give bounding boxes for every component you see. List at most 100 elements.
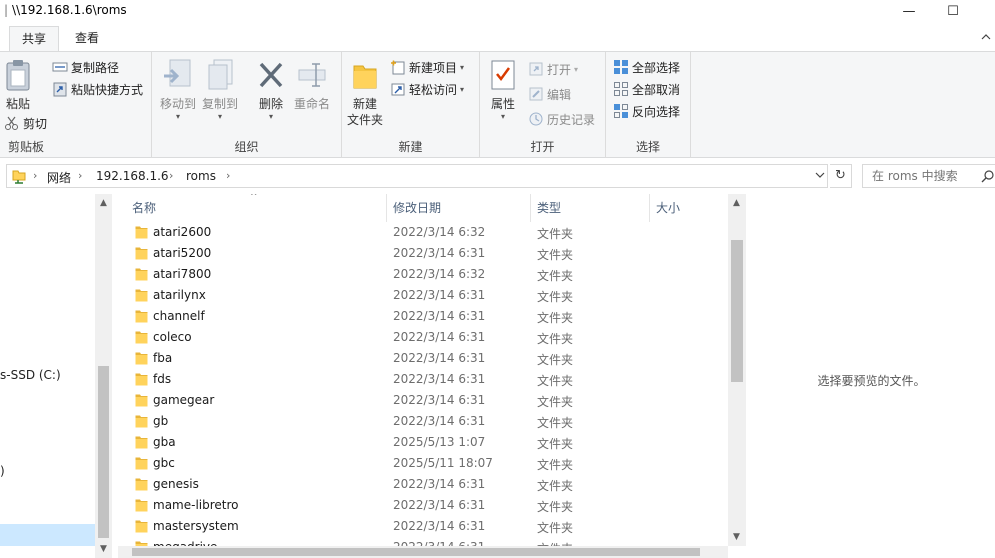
file-type: 文件夹 [537, 353, 574, 367]
breadcrumb-network[interactable]: 网络 [47, 169, 71, 186]
search-icon [981, 170, 994, 183]
nav-scroll-up-icon[interactable]: ▲ [95, 198, 112, 208]
paste-shortcut-button[interactable]: 粘贴快捷方式 [52, 79, 143, 99]
column-header-name[interactable]: 名称 [126, 194, 386, 222]
file-date: 2022/3/14 6:31 [393, 393, 486, 407]
easy-access-caret-icon: ▾ [460, 84, 465, 94]
list-horizontal-scrollbar[interactable] [118, 546, 728, 558]
address-bar[interactable]: › 网络 › 192.168.1.6 › roms › [6, 164, 828, 188]
folder-icon [135, 310, 148, 323]
new-item-button[interactable]: 新建项目 ▾ [390, 57, 464, 77]
file-row[interactable]: coleco 2022/3/14 6:31 文件夹 [118, 327, 730, 348]
group-label-open: 打开 [530, 140, 555, 154]
file-row[interactable]: fba 2022/3/14 6:31 文件夹 [118, 348, 730, 369]
file-name: fds [153, 372, 172, 386]
file-row[interactable]: gbc 2025/5/11 18:07 文件夹 [118, 453, 730, 474]
list-scroll-up-icon[interactable]: ▲ [728, 198, 745, 208]
edit-button[interactable]: 编辑 [528, 84, 571, 104]
open-button[interactable]: 打开 ▾ [528, 59, 578, 79]
properties-button[interactable]: 属性 ▾ [489, 58, 517, 121]
select-none-button[interactable]: 全部取消 [613, 79, 680, 99]
move-to-icon [164, 59, 191, 87]
file-row[interactable]: atarilynx 2022/3/14 6:31 文件夹 [118, 285, 730, 306]
file-type: 文件夹 [537, 290, 574, 304]
column-header-type[interactable]: 类型 [531, 194, 649, 222]
breadcrumb-chevron-icon[interactable]: › [78, 169, 82, 182]
nav-scroll-down-icon[interactable]: ▼ [95, 544, 112, 554]
new-folder-label: 新建 文件夹 [347, 97, 384, 127]
properties-label: 属性 [490, 97, 515, 111]
search-input[interactable] [863, 165, 981, 187]
breadcrumb-roms[interactable]: roms [186, 169, 216, 183]
column-header-date[interactable]: 修改日期 [387, 194, 530, 222]
easy-access-label: 轻松访问 [409, 82, 458, 97]
folder-icon [135, 268, 148, 281]
file-row[interactable]: gamegear 2022/3/14 6:31 文件夹 [118, 390, 730, 411]
nav-item-partial[interactable]: ) [0, 464, 5, 478]
breadcrumb-chevron-icon[interactable]: › [226, 169, 230, 182]
file-name: gb [153, 414, 169, 428]
refresh-button[interactable]: ↻ [830, 164, 852, 188]
title-separator: | [4, 3, 9, 17]
list-scroll-thumb[interactable] [731, 240, 743, 382]
list-hscroll-thumb[interactable] [132, 548, 700, 556]
ribbon-tabs: 共享 查看 [0, 24, 995, 51]
rename-button[interactable]: 重命名 [294, 58, 330, 112]
file-name: gamegear [153, 393, 215, 407]
group-label-new: 新建 [398, 140, 423, 154]
column-header-size[interactable]: 大小 [650, 194, 730, 222]
select-none-label: 全部取消 [632, 82, 681, 97]
select-all-button[interactable]: 全部选择 [613, 57, 680, 77]
maximize-button[interactable]: ☐ [933, 0, 973, 22]
file-row[interactable]: atari7800 2022/3/14 6:32 文件夹 [118, 264, 730, 285]
file-name: atari5200 [153, 246, 212, 260]
tab-share[interactable]: 共享 [9, 26, 60, 51]
file-name: atari2600 [153, 225, 212, 239]
address-dropdown-icon[interactable] [815, 169, 825, 182]
nav-item-drive-c[interactable]: s-SSD (C:) [0, 368, 61, 382]
delete-x-icon [259, 62, 283, 88]
breadcrumb-host[interactable]: 192.168.1.6 [96, 169, 169, 183]
file-row[interactable]: gba 2025/5/13 1:07 文件夹 [118, 432, 730, 453]
file-name: coleco [153, 330, 192, 344]
select-all-icon [614, 60, 628, 74]
list-scroll-down-icon[interactable]: ▼ [728, 532, 745, 542]
file-date: 2025/5/11 18:07 [393, 456, 493, 470]
file-date: 2022/3/14 6:32 [393, 225, 486, 239]
file-list: ^ 名称 修改日期 类型 大小 atari2600 2022/3/14 6:32 文… [118, 194, 746, 558]
file-row[interactable]: mame-libretro 2022/3/14 6:31 文件夹 [118, 495, 730, 516]
group-select: 全部选择 全部取消 反向选择 选择 [606, 52, 691, 158]
new-folder-icon [353, 65, 377, 89]
file-date: 2022/3/14 6:31 [393, 519, 486, 533]
tab-view[interactable]: 查看 [63, 26, 111, 51]
file-type: 文件夹 [537, 374, 574, 388]
file-row[interactable]: atari2600 2022/3/14 6:32 文件夹 [118, 222, 730, 243]
group-open: 属性 ▾ 打开 ▾ 编辑 历史记录 打开 [480, 52, 606, 158]
nav-scroll-thumb[interactable] [98, 366, 109, 538]
copy-to-button[interactable]: 复制到 ▾ [202, 58, 238, 121]
delete-button[interactable]: 删除 ▾ [256, 58, 286, 121]
nav-selected-item[interactable] [0, 524, 95, 546]
file-row[interactable]: genesis 2022/3/14 6:31 文件夹 [118, 474, 730, 495]
nav-scrollbar[interactable]: ▲ ▼ [95, 194, 112, 558]
new-folder-button[interactable]: 新建 文件夹 [347, 58, 383, 128]
file-row[interactable]: gb 2022/3/14 6:31 文件夹 [118, 411, 730, 432]
easy-access-button[interactable]: 轻松访问 ▾ [390, 79, 464, 99]
file-row[interactable]: channelf 2022/3/14 6:31 文件夹 [118, 306, 730, 327]
cut-button[interactable]: 剪切 [4, 113, 47, 133]
clipboard-icon [6, 60, 30, 91]
move-to-button[interactable]: 移动到 ▾ [160, 58, 196, 121]
paste-button[interactable]: 粘贴 [4, 58, 32, 112]
list-vertical-scrollbar[interactable]: ▲ ▼ [728, 194, 746, 546]
copy-path-button[interactable]: 复制路径 [52, 57, 119, 77]
minimize-button[interactable]: — [889, 0, 929, 22]
breadcrumb-chevron-icon[interactable]: › [33, 169, 37, 182]
file-row[interactable]: fds 2022/3/14 6:31 文件夹 [118, 369, 730, 390]
file-row[interactable]: mastersystem 2022/3/14 6:31 文件夹 [118, 516, 730, 537]
breadcrumb-chevron-icon[interactable]: › [169, 169, 173, 182]
ribbon-collapse-icon[interactable] [981, 30, 991, 43]
invert-selection-button[interactable]: 反向选择 [613, 101, 680, 121]
search-box[interactable] [862, 164, 995, 188]
file-row[interactable]: atari5200 2022/3/14 6:31 文件夹 [118, 243, 730, 264]
history-button[interactable]: 历史记录 [528, 109, 595, 129]
